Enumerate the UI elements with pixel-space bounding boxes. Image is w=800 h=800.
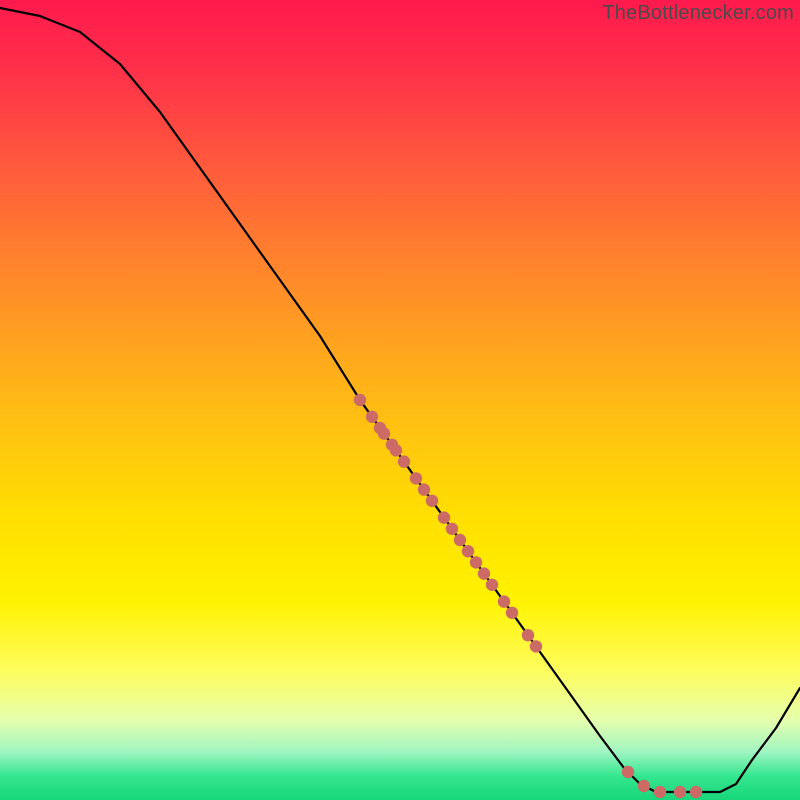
data-point xyxy=(462,545,474,557)
data-point xyxy=(498,595,510,607)
data-point xyxy=(366,411,378,423)
data-point xyxy=(410,472,422,484)
data-point xyxy=(674,786,686,798)
data-point xyxy=(530,640,542,652)
data-point xyxy=(638,780,650,792)
data-point xyxy=(446,523,458,535)
data-point xyxy=(378,427,390,439)
chart-canvas: TheBottlenecker.com xyxy=(0,0,800,800)
data-points-layer xyxy=(354,394,702,798)
data-point xyxy=(390,444,402,456)
data-point xyxy=(622,766,634,778)
data-point xyxy=(438,511,450,523)
data-point xyxy=(398,455,410,467)
data-point xyxy=(426,495,438,507)
data-point xyxy=(486,579,498,591)
data-point xyxy=(506,607,518,619)
data-point xyxy=(470,556,482,568)
bottleneck-curve xyxy=(0,8,800,792)
data-point xyxy=(354,394,366,406)
chart-svg xyxy=(0,0,800,800)
data-point xyxy=(418,483,430,495)
data-point xyxy=(454,534,466,546)
data-point xyxy=(522,629,534,641)
data-point xyxy=(690,786,702,798)
data-point xyxy=(478,567,490,579)
data-point xyxy=(654,786,666,798)
